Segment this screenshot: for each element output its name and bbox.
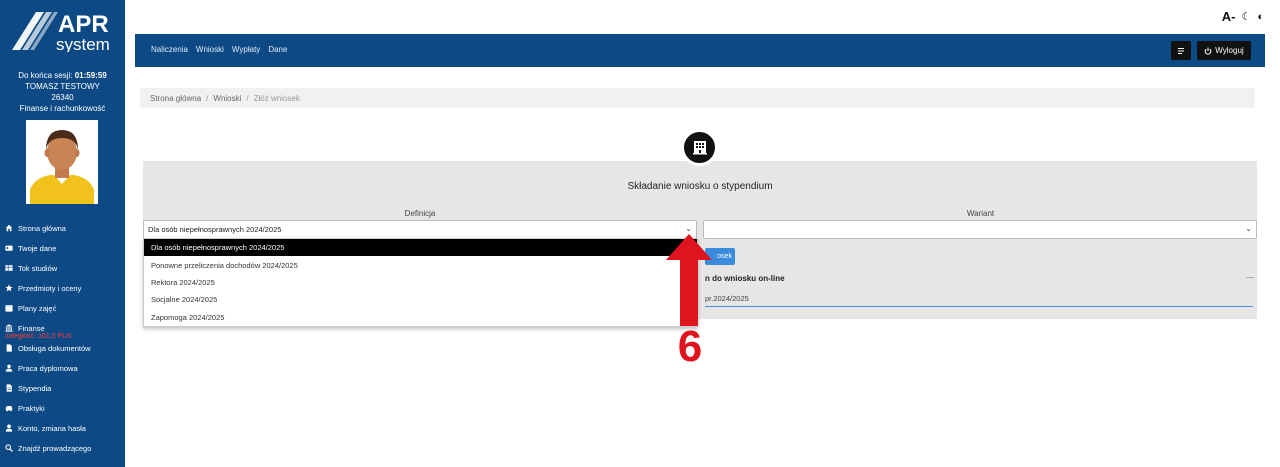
definition-select[interactable]: Dla osób niepełnosprawnych 2024/2025 ⌄ xyxy=(143,220,697,239)
form-title: Składanie wniosku o stypendium xyxy=(627,181,773,192)
sidebar-item-schedule[interactable]: Plany zajęć xyxy=(0,298,125,318)
session-info: Do końca sesji: 01:59:59 TOMASZ TESTOWY … xyxy=(0,70,125,114)
online-access-value: pr.2024/2025 xyxy=(705,290,1253,307)
sidebar-item-label: Plany zajęć xyxy=(18,303,57,313)
sidebar-item-account[interactable]: Konto, zmiana hasła xyxy=(0,418,125,438)
search-icon xyxy=(5,444,13,452)
form-header-icon xyxy=(681,129,718,166)
list-icon xyxy=(1178,47,1184,54)
apr-system-logo[interactable]: APR system xyxy=(6,6,118,52)
breadcrumb-current: Złóż wniosek xyxy=(253,93,300,103)
add-application-label: osek xyxy=(717,253,732,260)
logout-label: Wyloguj xyxy=(1215,46,1244,55)
sidebar-item-label: Obsługa dokumentów xyxy=(18,343,91,353)
sidebar-item-label: Twoje dane xyxy=(18,243,57,253)
breadcrumb-separator: / xyxy=(206,93,209,103)
dropdown-option[interactable]: Zapomoga 2024/2025 xyxy=(144,309,697,326)
sidebar-item-label: Znajdź prowadzącego xyxy=(18,443,92,453)
avatar xyxy=(26,120,98,204)
contrast-icon[interactable]: ◐ xyxy=(1257,11,1264,23)
home-icon xyxy=(5,224,13,232)
breadcrumb-section[interactable]: Wnioski xyxy=(213,94,241,103)
dropdown-option[interactable]: Dla osób niepełnosprawnych 2024/2025 xyxy=(144,239,697,257)
car-icon xyxy=(5,406,13,412)
sidebar-item-internships[interactable]: Praktyki xyxy=(0,398,125,418)
sidebar-nav: Strona główna Twoje dane Tok studiów Prz… xyxy=(0,218,125,458)
sidebar-item-study-course[interactable]: Tok studiów xyxy=(0,258,125,278)
breadcrumb-home[interactable]: Strona główna xyxy=(150,94,201,103)
id-card-icon xyxy=(5,245,13,251)
user-name: TOMASZ TESTOWY xyxy=(25,82,100,91)
menu-item-payouts[interactable]: Wypłaty xyxy=(232,45,260,54)
session-timer: 01:59:59 xyxy=(74,71,107,80)
sidebar: APR system Do końca sesji: 01:59:59 TOMA… xyxy=(0,0,125,467)
star-icon xyxy=(5,284,13,292)
document-icon xyxy=(6,344,12,352)
sidebar-item-find-lecturer[interactable]: Znajdź prowadzącego xyxy=(0,438,125,458)
collapse-icon[interactable] xyxy=(1246,277,1254,278)
sidebar-item-label: Konto, zmiana hasła xyxy=(18,423,86,433)
sidebar-item-documents[interactable]: Obsługa dokumentów xyxy=(0,338,125,358)
sidebar-item-label: Stypendia xyxy=(18,383,52,393)
sidebar-item-label: Tok studiów xyxy=(18,263,58,273)
power-icon xyxy=(1205,47,1212,55)
top-navbar: Naliczenia Wnioski Wypłaty Dane Wyloguj xyxy=(135,34,1265,67)
definition-dropdown-list: Dla osób niepełnosprawnych 2024/2025 Pon… xyxy=(143,238,698,327)
sidebar-item-home[interactable]: Strona główna xyxy=(0,218,125,238)
dropdown-option[interactable]: Socjalne 2024/2025 xyxy=(144,291,697,308)
menu-item-data[interactable]: Dane xyxy=(268,45,287,54)
accessibility-controls: A- ☾ ◐ xyxy=(1222,9,1264,24)
chevron-down-icon: ⌄ xyxy=(1245,224,1252,233)
bank-icon xyxy=(5,324,13,332)
menu-item-charges[interactable]: Naliczenia xyxy=(151,45,188,54)
variant-label: Wariant xyxy=(966,209,995,218)
sidebar-item-label: Praca dyplomowa xyxy=(18,363,78,373)
building-icon xyxy=(692,140,707,154)
menu-toggle-button[interactable] xyxy=(1171,41,1191,60)
breadcrumb-separator: / xyxy=(246,93,249,103)
sidebar-item-thesis[interactable]: Praca dyplomowa xyxy=(0,358,125,378)
sidebar-item-label: Strona główna xyxy=(18,223,66,233)
definition-label: Definicja xyxy=(404,209,436,218)
menu-item-applications[interactable]: Wnioski xyxy=(196,45,224,54)
logout-button[interactable]: Wyloguj xyxy=(1197,41,1251,60)
user-department: Finanse i rachunkowość xyxy=(19,104,106,113)
variant-select[interactable]: ⌄ xyxy=(703,220,1257,239)
sidebar-item-label: Praktyki xyxy=(18,403,45,413)
logo-text-system: system xyxy=(56,35,110,52)
top-menu: Naliczenia Wnioski Wypłaty Dane xyxy=(151,45,287,54)
sidebar-item-subjects-grades[interactable]: Przedmioty i oceny xyxy=(0,278,125,298)
dropdown-option[interactable]: Ponowne przeliczenia dochodów 2024/2025 xyxy=(144,256,697,273)
annotation-step-number: 6 xyxy=(677,322,703,371)
sidebar-item-scholarships[interactable]: Stypendia xyxy=(0,378,125,398)
breadcrumb: Strona główna / Wnioski / Złóż wniosek xyxy=(140,88,1255,108)
table-icon xyxy=(5,265,13,271)
user-icon xyxy=(5,424,13,432)
annotation-arrow-icon xyxy=(666,234,712,326)
definition-select-value: Dla osób niepełnosprawnych 2024/2025 xyxy=(148,225,282,234)
user-id: 26340 xyxy=(51,93,74,102)
dark-mode-icon[interactable]: ☾ xyxy=(1241,10,1251,23)
font-size-toggle[interactable]: A- xyxy=(1222,9,1236,24)
file-icon xyxy=(6,384,12,392)
sidebar-item-personal-data[interactable]: Twoje dane xyxy=(0,238,125,258)
logo-text-apr: APR xyxy=(58,11,109,38)
session-label: Do końca sesji: xyxy=(18,71,73,80)
dropdown-option[interactable]: Rektora 2024/2025 xyxy=(144,274,697,291)
online-access-title: n do wniosku on-line xyxy=(705,274,785,283)
user-tie-icon xyxy=(5,364,13,372)
calendar-icon xyxy=(5,305,13,312)
sidebar-item-label: Przedmioty i oceny xyxy=(18,283,82,293)
